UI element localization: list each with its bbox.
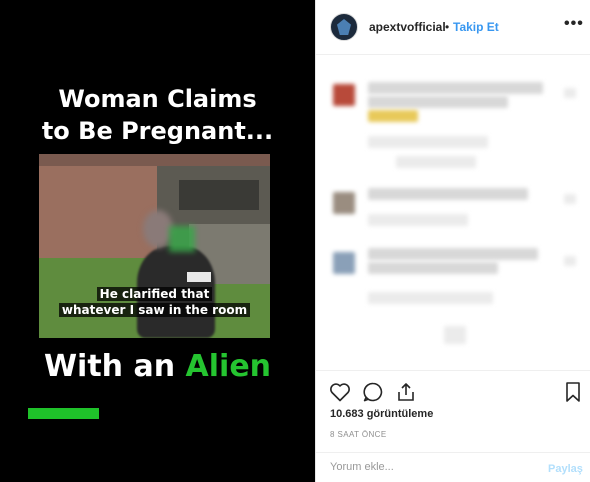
post-timestamp[interactable]: 8 SAAT ÖNCE (330, 430, 387, 439)
blurred-comment-text (368, 248, 538, 260)
heart-icon[interactable] (328, 380, 352, 404)
blurred-comment-text (368, 188, 528, 200)
comment-avatar (333, 252, 355, 274)
brick-wall (39, 154, 157, 264)
video-subtitle-line1: He clarified that (39, 286, 270, 302)
views-count[interactable]: 10.683 görüntüleme (330, 408, 433, 420)
blurred-comment-text (368, 96, 508, 108)
comment-bubble-icon[interactable] (361, 380, 385, 404)
tagline-accent: Alien (185, 349, 272, 384)
blurred-object (169, 226, 195, 252)
comment-avatar (333, 84, 355, 106)
more-options-icon[interactable]: ••• (564, 15, 584, 33)
username-link[interactable]: apextvofficial (369, 20, 446, 34)
blurred-reply-link (396, 156, 476, 168)
blurred-comment-text (368, 262, 498, 274)
comment-avatar (333, 192, 355, 214)
video-subtitle-line2: whatever I saw in the room (39, 302, 270, 318)
blurred-comment-text (368, 82, 543, 94)
tagline-prefix: With an (43, 349, 186, 384)
blurred-comment-meta (368, 136, 488, 148)
paper-sheet (187, 272, 211, 282)
bookmark-icon[interactable] (561, 380, 585, 404)
blurred-like-icon (564, 88, 576, 98)
blurred-load-more (444, 326, 466, 344)
separator-dot: • (445, 20, 450, 34)
share-icon[interactable] (394, 380, 418, 404)
post-header: apextvofficial • Takip Et ••• (316, 0, 590, 55)
add-comment-bar: Paylaş (316, 452, 590, 482)
comment-input[interactable] (330, 461, 530, 473)
blurred-like-icon (564, 194, 576, 204)
media-tagline: With an Alien (0, 349, 315, 385)
blurred-comment-meta (368, 214, 468, 226)
post-media[interactable]: Woman Claims to Be Pregnant... He clarif… (0, 0, 315, 482)
post-comment-button[interactable]: Paylaş (548, 463, 583, 475)
progress-accent-bar (28, 408, 99, 419)
follow-button[interactable]: Takip Et (453, 20, 499, 34)
blurred-emoji (368, 110, 418, 122)
tables-background (179, 180, 259, 210)
media-headline-line2: to Be Pregnant... (41, 117, 274, 145)
roof-edge (39, 154, 270, 166)
post-sidebar: apextvofficial • Takip Et ••• 10.683 gör… (315, 0, 590, 482)
logo-icon (337, 19, 351, 35)
avatar[interactable] (330, 13, 358, 41)
blurred-like-icon (564, 256, 576, 266)
blurred-comment-meta (368, 292, 493, 304)
post-actions (316, 370, 590, 410)
media-headline-line1: Woman Claims (58, 85, 257, 113)
video-frame[interactable]: He clarified that whatever I saw in the … (39, 154, 270, 338)
